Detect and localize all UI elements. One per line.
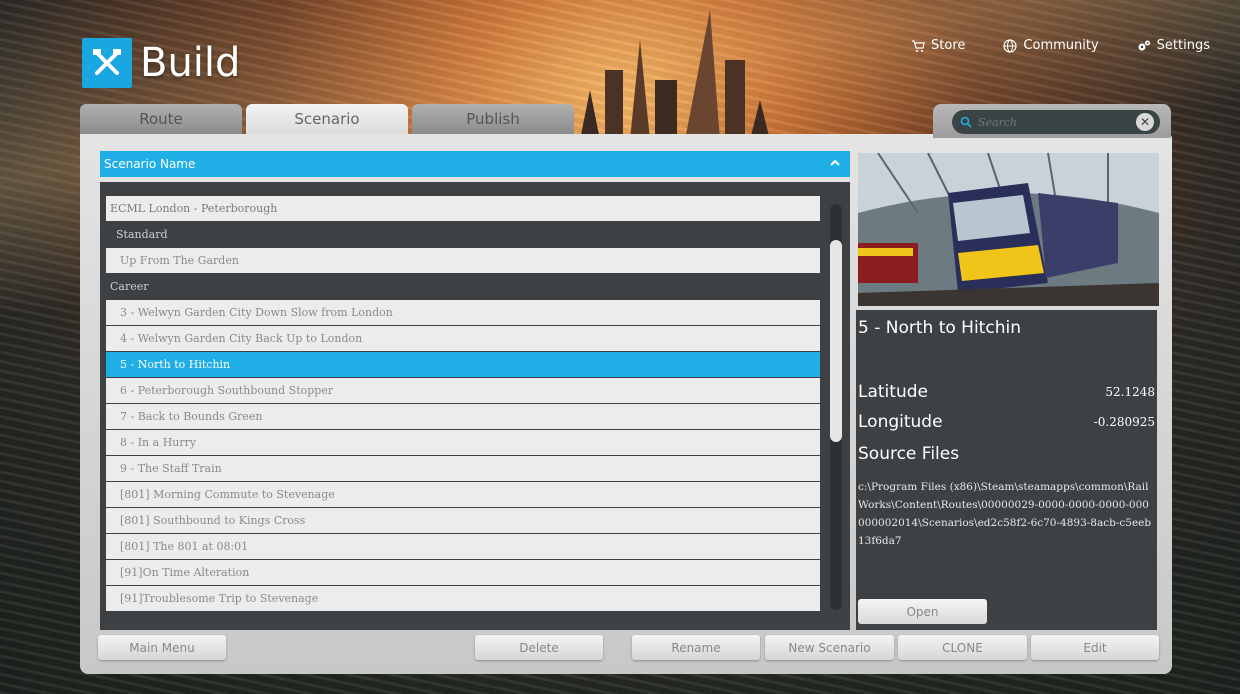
tab-bar: Route Scenario Publish	[80, 104, 574, 134]
column-header-label: Scenario Name	[104, 157, 196, 171]
main-menu-button[interactable]: Main Menu	[98, 635, 226, 660]
rename-button[interactable]: Rename	[632, 635, 760, 660]
scenario-row[interactable]: [91]Troublesome Trip to Stevenage	[106, 586, 820, 611]
skyline-illustration	[580, 10, 770, 140]
tab-route[interactable]: Route	[80, 104, 242, 134]
search-icon	[960, 116, 972, 128]
scenario-row[interactable]: Up From The Garden	[106, 248, 820, 273]
scrollbar-thumb[interactable]	[830, 240, 842, 442]
clone-button[interactable]: CLONE	[898, 635, 1027, 660]
store-link[interactable]: Store	[911, 38, 965, 53]
scenario-list: ECML London - Peterborough Standard Up Fro…	[106, 196, 820, 612]
longitude-row: Longitude -0.280925	[858, 412, 1155, 432]
source-files-path: c:\Program Files (x86)\Steam\steamapps\c…	[858, 481, 1152, 547]
clear-search-button[interactable]: ✕	[1136, 113, 1154, 131]
store-label: Store	[931, 38, 966, 53]
brand: Build	[82, 38, 240, 88]
search-box: ✕	[952, 110, 1160, 134]
globe-icon	[1003, 38, 1018, 53]
list-group-header: Career	[106, 274, 820, 299]
route-row[interactable]: ECML London - Peterborough	[106, 196, 820, 221]
edit-button[interactable]: Edit	[1031, 635, 1159, 660]
list-scrollbar[interactable]	[830, 204, 842, 610]
build-logo-icon	[82, 38, 132, 88]
scenario-row[interactable]: 5 - North to Hitchin	[106, 352, 820, 377]
scenario-title: 5 - North to Hitchin	[858, 318, 1021, 338]
scenario-row[interactable]: 4 - Welwyn Garden City Back Up to London	[106, 326, 820, 351]
scenario-details-panel: 5 - North to Hitchin Latitude 52.1248 Lo…	[856, 310, 1157, 630]
chevron-up-icon	[830, 159, 840, 166]
scenario-row[interactable]: 7 - Back to Bounds Green	[106, 404, 820, 429]
scenario-row[interactable]: 9 - The Staff Train	[106, 456, 820, 481]
scenario-row[interactable]: 6 - Peterborough Southbound Stopper	[106, 378, 820, 403]
new-scenario-button[interactable]: New Scenario	[765, 635, 894, 660]
scenario-list-container: ECML London - Peterborough Standard Up Fro…	[100, 182, 850, 630]
delete-button[interactable]: Delete	[475, 635, 603, 660]
latitude-label: Latitude	[858, 382, 928, 402]
tab-scenario[interactable]: Scenario	[246, 104, 408, 134]
community-link[interactable]: Community	[1003, 38, 1099, 53]
search-input[interactable]	[976, 114, 1130, 130]
source-files-label: Source Files	[858, 444, 960, 464]
gears-icon	[1138, 40, 1150, 50]
scenario-row[interactable]: 8 - In a Hurry	[106, 430, 820, 455]
app-title: Build	[140, 40, 241, 86]
scenario-row[interactable]: 3 - Welwyn Garden City Down Slow from Lo…	[106, 300, 820, 325]
open-button[interactable]: Open	[858, 599, 987, 624]
settings-link[interactable]: Settings	[1137, 38, 1210, 53]
scenario-row[interactable]: [801] The 801 at 08:01	[106, 534, 820, 559]
community-label: Community	[1023, 38, 1099, 53]
list-group-header: Standard	[106, 222, 820, 247]
scenario-row[interactable]: [91]On Time Alteration	[106, 560, 820, 585]
cart-icon	[912, 39, 925, 52]
scenario-row[interactable]: [801] Southbound to Kings Cross	[106, 508, 820, 533]
latitude-row: Latitude 52.1248	[858, 382, 1155, 402]
tab-publish[interactable]: Publish	[412, 104, 574, 134]
longitude-value: -0.280925	[1093, 415, 1155, 429]
settings-label: Settings	[1156, 38, 1210, 53]
scenario-row[interactable]: [801] Morning Commute to Stevenage	[106, 482, 820, 507]
scenario-preview-image	[858, 153, 1159, 306]
latitude-value: 52.1248	[1105, 385, 1155, 399]
longitude-label: Longitude	[858, 412, 943, 432]
top-nav: Store Community Settings	[911, 38, 1210, 53]
scenario-name-column-header[interactable]: Scenario Name	[100, 151, 850, 177]
